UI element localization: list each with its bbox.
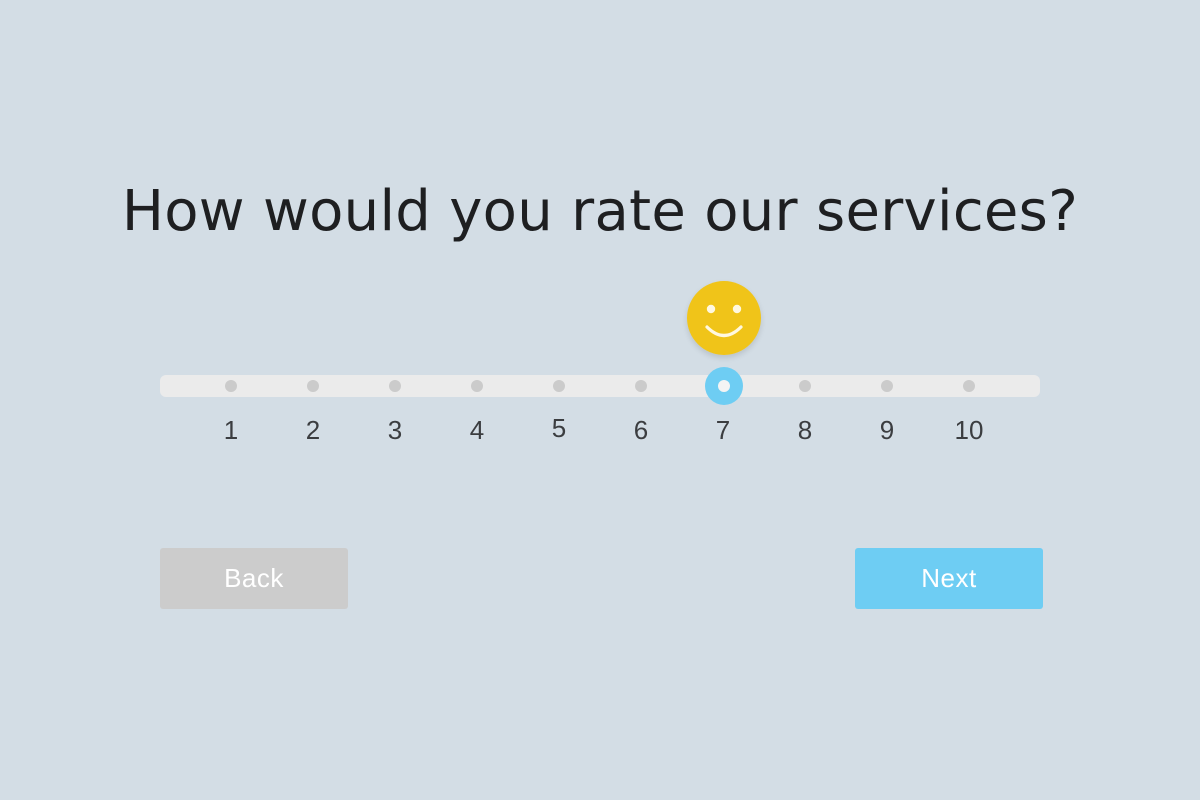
slider-track[interactable] xyxy=(160,375,1040,397)
rating-label-10[interactable]: 10 xyxy=(939,412,999,448)
rating-label-9[interactable]: 9 xyxy=(857,412,917,448)
rating-label-7[interactable]: 7 xyxy=(693,412,753,448)
question-title: How would you rate our services? xyxy=(121,179,1079,244)
rating-label-5[interactable]: 5 xyxy=(529,410,589,446)
rating-label-8[interactable]: 8 xyxy=(775,412,835,448)
rating-tick-4[interactable] xyxy=(471,380,483,392)
rating-label-4[interactable]: 4 xyxy=(447,412,507,448)
rating-tick-6[interactable] xyxy=(635,380,647,392)
rating-tick-3[interactable] xyxy=(389,380,401,392)
rating-label-3[interactable]: 3 xyxy=(365,412,425,448)
smiley-face-icon xyxy=(687,281,761,355)
slider-thumb[interactable] xyxy=(705,367,743,405)
rating-tick-8[interactable] xyxy=(799,380,811,392)
rating-label-2[interactable]: 2 xyxy=(283,412,343,448)
next-button[interactable]: Next xyxy=(855,548,1043,609)
rating-tick-2[interactable] xyxy=(307,380,319,392)
back-button[interactable]: Back xyxy=(160,548,348,609)
rating-label-1[interactable]: 1 xyxy=(201,412,261,448)
rating-tick-1[interactable] xyxy=(225,380,237,392)
rating-tick-5[interactable] xyxy=(553,380,565,392)
rating-label-6[interactable]: 6 xyxy=(611,412,671,448)
rating-tick-9[interactable] xyxy=(881,380,893,392)
slider-thumb-center xyxy=(718,380,730,392)
rating-tick-10[interactable] xyxy=(963,380,975,392)
